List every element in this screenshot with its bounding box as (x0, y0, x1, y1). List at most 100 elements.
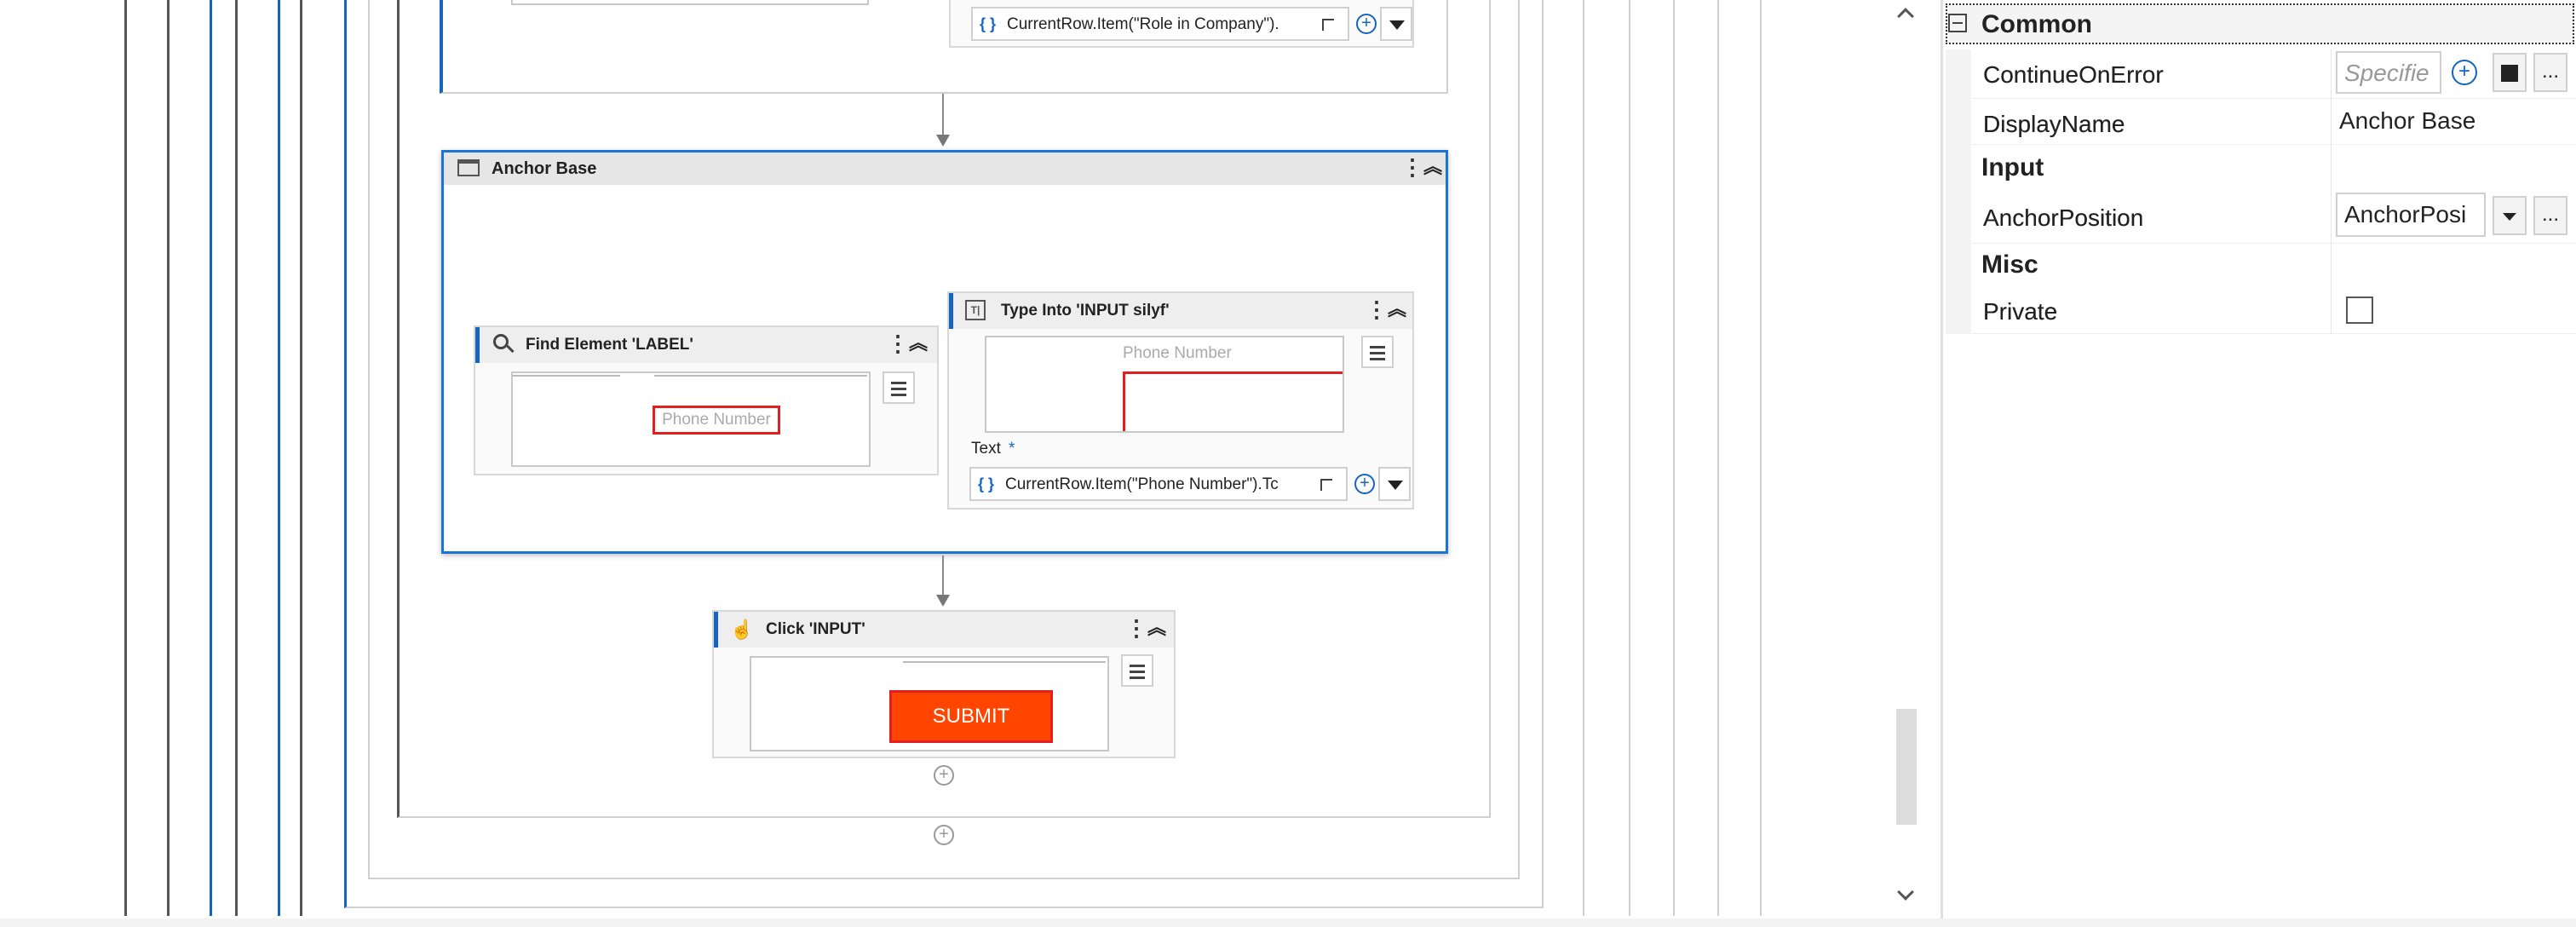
click-input-header[interactable]: ☝ Click 'INPUT' ⋮ ︽ (714, 612, 1174, 648)
type-into-title: Type Into 'INPUT silyf' (1001, 302, 1170, 320)
menu-icon (1370, 352, 1385, 354)
add-variable-button[interactable]: + (1354, 474, 1375, 494)
menu-icon (891, 388, 906, 390)
search-icon-handle (506, 344, 515, 354)
more-options-icon[interactable]: ⋮ (1401, 156, 1423, 178)
menu-icon (1130, 671, 1145, 673)
menu-icon (891, 394, 906, 396)
type-into-activity[interactable]: T| Type Into 'INPUT silyf' ⋮ ︽ Phone Num… (947, 291, 1414, 510)
nesting-line (167, 0, 170, 916)
ellipsis-button[interactable]: ... (2533, 53, 2567, 92)
nesting-line (235, 0, 238, 916)
options-menu-button[interactable] (1361, 336, 1394, 368)
expand-icon[interactable] (1322, 19, 1334, 31)
phone-number-label-preview: Phone Number (653, 406, 780, 435)
window-icon (457, 159, 480, 176)
nesting-line (278, 0, 280, 916)
property-name: DisplayName (1983, 111, 2125, 137)
menu-icon (1370, 346, 1385, 348)
dropdown-button[interactable] (1378, 467, 1411, 501)
connector-arrow-icon (936, 595, 950, 607)
continueonerror-field[interactable]: Specifie (2336, 51, 2441, 94)
find-element-title: Find Element 'LABEL' (526, 336, 693, 354)
expression-brace-icon: { } (978, 475, 995, 492)
more-options-icon[interactable]: ⋮ (887, 332, 909, 354)
category-misc-label: Misc (1981, 250, 2038, 279)
partial-activity-card: { } CurrentRow.Item("Role in Company"). … (949, 0, 1414, 48)
bottom-edge (0, 918, 2576, 927)
preview-divider (903, 661, 1106, 663)
scroll-down-icon[interactable] (1897, 884, 1914, 901)
add-variable-button[interactable]: + (2452, 60, 2477, 85)
anchorposition-select[interactable]: AnchorPosi (2336, 193, 2486, 237)
displayname-value[interactable]: Anchor Base (2339, 107, 2475, 135)
type-into-header[interactable]: T| Type Into 'INPUT silyf' ⋮ ︽ (949, 293, 1412, 329)
expression-editor-button[interactable] (2493, 53, 2527, 92)
options-menu-button[interactable] (1121, 654, 1153, 687)
menu-icon (1130, 677, 1145, 679)
ellipsis-button[interactable]: ... (2533, 196, 2567, 235)
input-highlight-left (1123, 371, 1125, 431)
expand-icon[interactable] (1320, 479, 1332, 491)
expression-text: CurrentRow.Item("Role in Company"). (1007, 15, 1279, 33)
anchor-base-header[interactable]: Anchor Base ⋮ ︽ (444, 153, 1446, 185)
expression-text: CurrentRow.Item("Phone Number").Tc (1005, 475, 1279, 493)
click-input-activity[interactable]: ☝ Click 'INPUT' ⋮ ︽ SUBMIT (712, 610, 1176, 758)
collapse-icon[interactable]: ︽ (909, 332, 928, 354)
type-into-preview: Phone Number (985, 336, 1344, 433)
required-mark: * (1009, 440, 1015, 458)
submit-button-preview: SUBMIT (889, 690, 1053, 743)
chevron-down-icon (1388, 481, 1403, 490)
click-input-preview: SUBMIT (750, 656, 1109, 751)
collapse-toggle[interactable] (1948, 14, 1967, 32)
anchorposition-dropdown-button[interactable] (2493, 196, 2527, 235)
collapse-icon[interactable]: ︽ (1388, 298, 1406, 320)
expression-brace-icon: { } (980, 15, 997, 32)
dropdown-button[interactable] (1380, 7, 1412, 41)
connector-line (942, 94, 944, 136)
collapse-icon[interactable]: ︽ (1423, 156, 1442, 178)
anchorposition-value: AnchorPosi (2344, 201, 2467, 227)
more-options-icon[interactable]: ⋮ (1125, 617, 1147, 639)
menu-icon (891, 382, 906, 384)
nesting-line (1717, 0, 1719, 916)
property-grid-indent (1946, 49, 1971, 334)
chevron-down-icon (2503, 213, 2516, 221)
more-options-icon[interactable]: ⋮ (1366, 298, 1388, 320)
scroll-up-icon[interactable] (1897, 8, 1914, 25)
scrollbar-thumb[interactable] (1896, 709, 1917, 825)
click-input-title: Click 'INPUT' (766, 620, 865, 638)
add-variable-button[interactable]: + (1356, 14, 1377, 34)
click-icon: ☝ (730, 619, 754, 640)
add-activity-button[interactable]: + (934, 825, 954, 845)
add-activity-button[interactable]: + (934, 765, 954, 786)
preview-divider (654, 375, 867, 377)
phone-number-placeholder-preview: Phone Number (1123, 344, 1232, 362)
connector-line (942, 556, 944, 595)
property-name: ContinueOnError (1983, 61, 2164, 88)
property-name: Private (1983, 298, 2058, 325)
nesting-line (1760, 0, 1762, 916)
designer-scrollbar[interactable] (1893, 0, 1922, 927)
find-element-preview: Phone Number (511, 371, 871, 467)
nesting-line (300, 0, 302, 916)
expression-field[interactable]: { } CurrentRow.Item("Role in Company"). (971, 7, 1349, 41)
property-grid-divider (2331, 49, 2332, 334)
find-element-activity[interactable]: Find Element 'LABEL' ⋮ ︽ Phone Number (474, 325, 939, 475)
category-common-label: Common (1981, 10, 2092, 38)
type-into-icon: T| (965, 300, 986, 320)
connector-arrow-icon (936, 135, 950, 147)
chevron-down-icon (1389, 20, 1405, 30)
find-element-header[interactable]: Find Element 'LABEL' ⋮ ︽ (475, 327, 937, 363)
text-field-label: Text (971, 440, 1001, 458)
category-input-label: Input (1981, 153, 2044, 181)
menu-icon (1370, 358, 1385, 360)
nesting-line (1673, 0, 1675, 916)
text-expression-field[interactable]: { } CurrentRow.Item("Phone Number").Tc (969, 467, 1348, 501)
collapse-icon[interactable]: ︽ (1147, 617, 1166, 639)
preview-divider (513, 375, 620, 377)
private-checkbox[interactable] (2346, 297, 2373, 324)
anchor-base-title: Anchor Base (492, 159, 597, 178)
options-menu-button[interactable] (883, 371, 915, 404)
partial-preview (511, 0, 869, 5)
